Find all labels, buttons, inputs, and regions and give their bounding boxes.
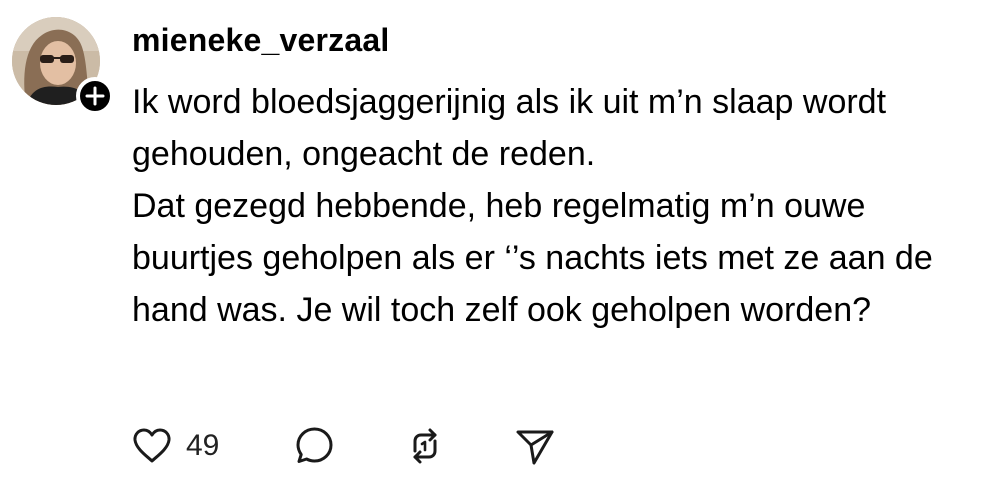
post-paragraph: Ik word bloedsjaggerijnig als ik uit m’n… xyxy=(132,83,887,173)
like-button[interactable]: 49 xyxy=(130,420,219,472)
avatar-container xyxy=(12,17,114,115)
share-button[interactable] xyxy=(512,420,558,472)
repost-icon xyxy=(413,428,437,464)
comment-bubble-icon xyxy=(296,427,333,463)
comment-button[interactable] xyxy=(292,420,338,472)
post-body: Ik word bloedsjaggerijnig als ik uit m’n… xyxy=(132,76,982,336)
action-bar: 49 xyxy=(130,420,590,472)
send-icon xyxy=(516,430,554,465)
like-count: 49 xyxy=(186,429,220,462)
username[interactable]: mieneke_verzaal xyxy=(132,18,389,62)
repost-button[interactable] xyxy=(402,420,448,472)
follow-button[interactable] xyxy=(76,77,114,115)
heart-icon xyxy=(133,428,171,463)
thread-post: mieneke_verzaal Ik word bloedsjaggerijni… xyxy=(0,0,1000,502)
plus-icon xyxy=(85,86,105,106)
post-paragraph: Dat gezegd hebbende, heb regelmatig m’n … xyxy=(132,187,933,329)
